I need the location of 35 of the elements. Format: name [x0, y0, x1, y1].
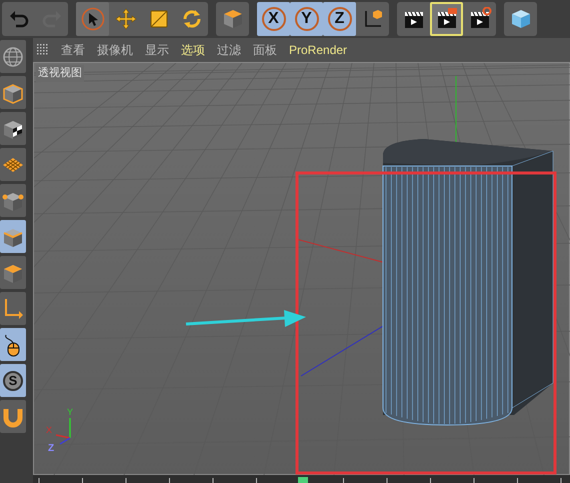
menu-item[interactable]: ProRender — [289, 41, 348, 59]
points-tool-button[interactable] — [0, 184, 26, 217]
tweak-tool-button[interactable] — [0, 328, 26, 361]
render-picture-button[interactable] — [430, 2, 463, 36]
magnet-tool-button[interactable] — [0, 400, 26, 433]
axis-arrow-icon — [2, 296, 24, 320]
gizmo-x-label: X — [46, 425, 52, 435]
edges-tool-button[interactable] — [0, 220, 26, 253]
axis-lock-button[interactable]: X — [257, 2, 290, 36]
globe-icon — [2, 44, 24, 68]
axis-lock-button[interactable]: Z — [323, 2, 356, 36]
menu-item[interactable]: 显示 — [145, 41, 169, 59]
texture-tool-button[interactable] — [0, 112, 26, 145]
menu-item[interactable]: 面板 — [253, 41, 277, 59]
model-tool-button[interactable] — [0, 76, 26, 109]
globe-tool-button[interactable] — [0, 40, 26, 73]
polygons-tool-button[interactable] — [0, 256, 26, 289]
timeline-ruler[interactable] — [33, 475, 570, 483]
cursor-icon — [80, 7, 104, 31]
axis-gizmo-drawing — [56, 418, 71, 445]
snap-tool-button[interactable]: S — [0, 364, 26, 397]
viewport-title: 透视视图 — [36, 65, 84, 82]
playhead-marker[interactable] — [298, 477, 308, 483]
menu-item[interactable]: 摄像机 — [97, 41, 133, 59]
workplane-tool-button[interactable] — [0, 148, 26, 181]
gizmo-z-label: Z — [48, 443, 54, 454]
menu-item[interactable]: 选项 — [181, 41, 205, 59]
move-arrows-icon — [114, 7, 138, 31]
select-button[interactable] — [76, 2, 109, 36]
menu-item[interactable]: 过滤 — [217, 41, 241, 59]
gizmo-y-label: Y — [67, 407, 74, 417]
grip-icon[interactable] — [37, 44, 49, 56]
axis-lock-button[interactable]: Y — [290, 2, 323, 36]
perspective-viewport[interactable]: 透视视图 Y X Z — [33, 62, 570, 475]
menu-item[interactable]: 查看 — [61, 41, 85, 59]
